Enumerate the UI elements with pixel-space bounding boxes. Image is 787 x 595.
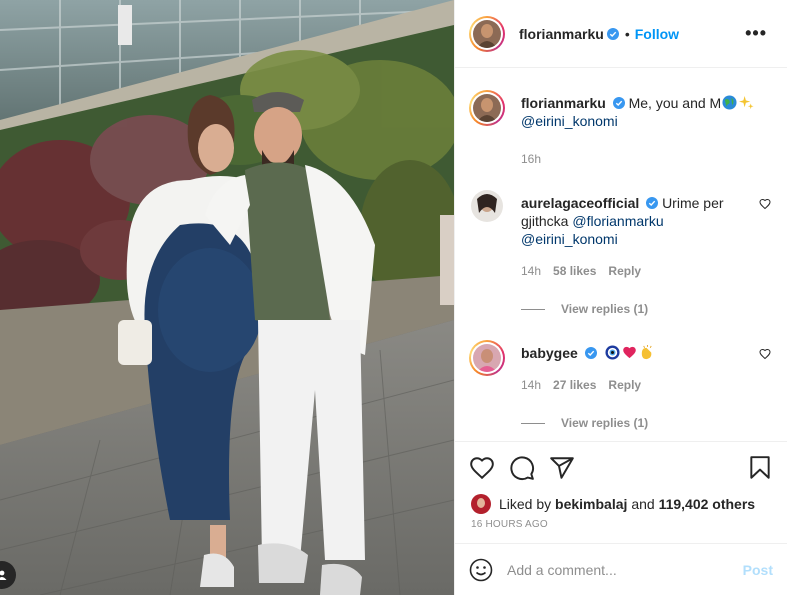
comment: babygee 14h 27 likes Reply xyxy=(469,340,771,394)
liked-by-and: and xyxy=(631,496,655,512)
verified-badge-icon xyxy=(612,97,625,109)
emoji-smiley-icon[interactable] xyxy=(469,558,493,582)
follow-button[interactable]: Follow xyxy=(635,26,679,42)
view-replies-button[interactable]: View replies (1) xyxy=(521,302,771,316)
heart-icon xyxy=(622,346,636,359)
likes-count[interactable]: 119,402 others xyxy=(659,496,756,512)
avatar-image xyxy=(471,494,491,514)
post-photo[interactable] xyxy=(0,0,454,595)
share-paper-plane-icon[interactable] xyxy=(549,455,575,481)
globe-icon xyxy=(722,95,737,110)
caption: florianmarku Me, you and M @eirini_konom… xyxy=(469,90,771,168)
view-replies-label: View replies (1) xyxy=(561,416,649,430)
add-comment-bar: Post xyxy=(455,543,787,595)
likes-summary: Liked by bekimbalaj and 119,402 others xyxy=(455,493,787,515)
post-sidebar: florianmarku • Follow ••• florianmarku M… xyxy=(454,0,787,595)
user-icon xyxy=(0,570,7,580)
liker-avatar[interactable] xyxy=(471,494,491,514)
avatar-image xyxy=(473,344,501,372)
author-avatar[interactable] xyxy=(469,15,505,52)
post-actions xyxy=(455,441,787,493)
comments-list[interactable]: florianmarku Me, you and M @eirini_konom… xyxy=(455,68,787,441)
comment-likes[interactable]: 58 likes xyxy=(553,262,596,280)
caption-time: 16h xyxy=(521,152,542,166)
caption-username[interactable]: florianmarku xyxy=(521,95,606,111)
verified-badge-icon xyxy=(646,197,659,209)
evil-eye-icon xyxy=(605,345,620,360)
commenter-avatar[interactable] xyxy=(469,340,505,376)
view-replies-button[interactable]: View replies (1) xyxy=(521,416,771,430)
reply-button[interactable]: Reply xyxy=(608,376,641,394)
avatar-image xyxy=(471,190,503,222)
photo-illustration xyxy=(0,0,454,595)
verified-badge-icon xyxy=(606,27,619,40)
post-header: florianmarku • Follow ••• xyxy=(455,0,787,68)
like-comment-heart-icon[interactable] xyxy=(759,348,771,360)
avatar-image xyxy=(473,19,501,48)
post-comment-button[interactable]: Post xyxy=(743,562,773,578)
post-modal: florianmarku • Follow ••• florianmarku M… xyxy=(0,0,787,595)
view-replies-label: View replies (1) xyxy=(561,302,649,316)
caption-text: Me, you and M xyxy=(628,95,722,111)
caption-mention[interactable]: @eirini_konomi xyxy=(521,113,618,129)
comment-time: 14h xyxy=(521,378,542,392)
comment-mention[interactable]: @eirini_konomi xyxy=(521,231,618,247)
separator-dot: • xyxy=(624,25,630,42)
liked-by-prefix: Liked by xyxy=(499,496,552,512)
caption-avatar[interactable] xyxy=(469,90,505,126)
comment-input[interactable] xyxy=(507,561,743,578)
bookmark-icon[interactable] xyxy=(747,455,773,481)
reply-button[interactable]: Reply xyxy=(608,262,641,280)
liker-username[interactable]: bekimbalaj xyxy=(555,496,627,512)
comment: aurelagaceofficial Urime per gjithcka @f… xyxy=(469,190,771,280)
like-heart-icon[interactable] xyxy=(469,455,495,481)
comment-bubble-icon[interactable] xyxy=(509,455,535,481)
like-comment-heart-icon[interactable] xyxy=(759,198,771,210)
comment-mention[interactable]: @florianmarku xyxy=(572,213,663,229)
commenter-username[interactable]: aurelagaceofficial xyxy=(521,195,639,211)
commenter-avatar[interactable] xyxy=(471,190,503,222)
sparkles-icon xyxy=(739,95,754,110)
post-timestamp[interactable]: 16 HOURS AGO xyxy=(455,515,787,543)
replies-line xyxy=(521,422,545,424)
more-options-button[interactable]: ••• xyxy=(745,23,773,44)
verified-badge-icon xyxy=(584,347,597,359)
commenter-username[interactable]: babygee xyxy=(521,345,578,361)
avatar-image xyxy=(473,94,501,122)
clap-icon xyxy=(641,345,652,360)
comment-likes[interactable]: 27 likes xyxy=(553,376,596,394)
author-username[interactable]: florianmarku xyxy=(519,26,604,42)
replies-line xyxy=(521,308,545,310)
comment-time: 14h xyxy=(521,264,542,278)
